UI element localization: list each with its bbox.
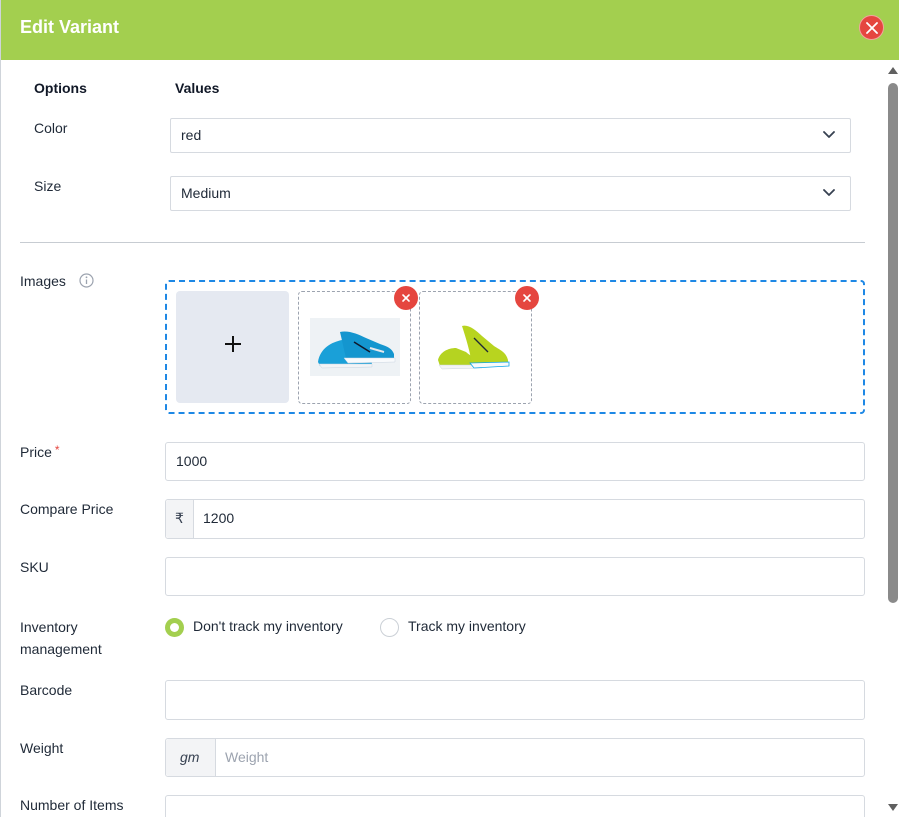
- values-column-header: Values: [175, 80, 220, 96]
- option-color-label: Color: [34, 120, 68, 136]
- close-icon: [866, 22, 878, 34]
- sku-label: SKU: [20, 559, 49, 575]
- info-icon[interactable]: [79, 273, 94, 288]
- remove-icon: [402, 294, 410, 302]
- inventory-label-line1: Inventory: [20, 619, 78, 635]
- size-select-value: Medium: [181, 185, 231, 201]
- shoe-image: [438, 325, 510, 370]
- weight-placeholder: Weight: [225, 749, 269, 765]
- options-column-header: Options: [34, 80, 87, 96]
- remove-image-button[interactable]: [394, 286, 418, 310]
- number-of-items-input[interactable]: [165, 795, 865, 817]
- images-label: Images: [20, 273, 66, 289]
- dont-track-inventory-label[interactable]: Don't track my inventory: [193, 618, 343, 634]
- color-select[interactable]: red: [170, 118, 851, 153]
- price-input-value: 1000: [176, 453, 208, 469]
- vertical-scrollbar[interactable]: [886, 60, 899, 817]
- image-thumbnail[interactable]: [419, 286, 539, 404]
- chevron-down-icon: [823, 131, 835, 138]
- edit-variant-modal: Edit Variant Options Values Color red Si…: [0, 0, 899, 817]
- modal-body: Options Values Color red Size Medium Ima…: [1, 60, 886, 817]
- chevron-down-icon: [823, 189, 835, 196]
- option-size-label: Size: [34, 178, 62, 194]
- barcode-label: Barcode: [20, 682, 73, 698]
- inventory-label-line2: management: [20, 641, 102, 657]
- weight-label: Weight: [20, 740, 64, 756]
- weight-unit: gm: [180, 749, 200, 765]
- price-input[interactable]: 1000: [165, 442, 865, 481]
- sku-input[interactable]: [165, 557, 865, 596]
- price-label: Price *: [20, 443, 60, 460]
- price-label-text: Price: [20, 444, 52, 460]
- compare-price-value: 1200: [203, 510, 235, 526]
- modal-title: Edit Variant: [20, 17, 120, 37]
- scroll-up-arrow[interactable]: [888, 67, 898, 74]
- weight-unit-addon: gm: [166, 739, 216, 776]
- barcode-input[interactable]: [165, 680, 865, 720]
- required-marker: *: [54, 443, 60, 457]
- shoe-image: [310, 318, 400, 376]
- plus-icon: [225, 336, 241, 352]
- section-divider: [20, 242, 865, 243]
- dont-track-inventory-radio[interactable]: [165, 618, 184, 637]
- track-inventory-label[interactable]: Track my inventory: [408, 618, 526, 634]
- add-image-button[interactable]: [176, 291, 289, 403]
- scroll-thumb[interactable]: [888, 83, 898, 603]
- compare-price-label: Compare Price: [20, 501, 114, 517]
- close-button[interactable]: [859, 15, 884, 40]
- scroll-down-arrow[interactable]: [888, 804, 898, 811]
- remove-image-button[interactable]: [515, 286, 539, 310]
- weight-input[interactable]: gm Weight: [165, 738, 865, 777]
- currency-addon: ₹: [166, 500, 194, 538]
- modal-header: Edit Variant: [1, 0, 899, 60]
- color-select-value: red: [181, 127, 202, 143]
- image-thumbnail[interactable]: [298, 286, 418, 404]
- compare-price-input[interactable]: ₹ 1200: [165, 499, 865, 539]
- inventory-management-label: Inventory management: [20, 616, 102, 660]
- currency-symbol: ₹: [175, 510, 184, 526]
- image-dropzone[interactable]: [165, 280, 865, 414]
- remove-icon: [523, 294, 531, 302]
- number-of-items-label: Number of Items: [20, 797, 124, 813]
- track-inventory-radio[interactable]: [380, 618, 399, 637]
- size-select[interactable]: Medium: [170, 176, 851, 211]
